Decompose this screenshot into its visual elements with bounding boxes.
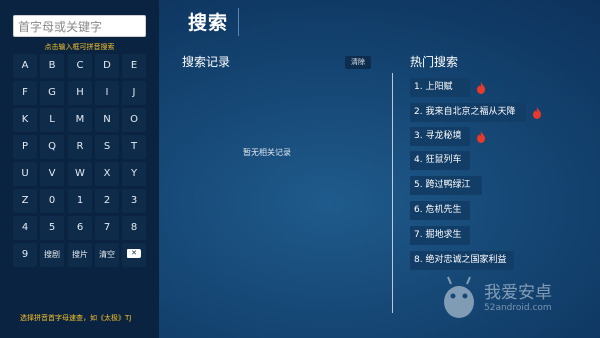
- keyboard-panel: 首字母或关键字 点击输入框可拼音搜索 ABCDE FGHIJ KLMNO PQRST U…: [0, 0, 159, 338]
- watermark-text: 我爱安卓: [484, 283, 552, 303]
- key-u[interactable]: U: [13, 162, 37, 186]
- fire-icon: [533, 107, 541, 119]
- key-9[interactable]: 9: [13, 243, 37, 267]
- key-p[interactable]: P: [13, 135, 37, 159]
- hot-search-item[interactable]: 2. 我来自北京之福从天降: [410, 103, 526, 122]
- key-action[interactable]: 搜片: [68, 243, 92, 267]
- key-n[interactable]: N: [95, 108, 119, 132]
- backspace-icon: ✕: [127, 248, 141, 258]
- key-q[interactable]: Q: [40, 135, 64, 159]
- android-logo-icon: [444, 276, 474, 318]
- key-r[interactable]: R: [68, 135, 92, 159]
- history-empty-message: 暂无相关记录: [243, 148, 291, 157]
- hot-heading: 热门搜索: [410, 55, 459, 69]
- hot-search-item[interactable]: 6. 危机先生: [410, 201, 470, 220]
- hot-search-item[interactable]: 8. 绝对忠诚之国家利益: [410, 251, 514, 270]
- fire-icon: [477, 131, 485, 143]
- key-5[interactable]: 5: [40, 216, 64, 240]
- key-w[interactable]: W: [68, 162, 92, 186]
- title-divider: [238, 8, 239, 36]
- key-g[interactable]: G: [40, 81, 64, 105]
- key-c[interactable]: C: [68, 54, 92, 78]
- hot-search-item[interactable]: 4. 狂鼠列车: [410, 151, 470, 170]
- backspace-key[interactable]: ✕: [122, 243, 146, 267]
- key-k[interactable]: K: [13, 108, 37, 132]
- key-z[interactable]: Z: [13, 189, 37, 213]
- key-1[interactable]: 1: [68, 189, 92, 213]
- key-o[interactable]: O: [122, 108, 146, 132]
- key-action[interactable]: 清空: [95, 243, 119, 267]
- key-y[interactable]: Y: [122, 162, 146, 186]
- key-x[interactable]: X: [95, 162, 119, 186]
- key-8[interactable]: 8: [122, 216, 146, 240]
- key-s[interactable]: S: [95, 135, 119, 159]
- key-j[interactable]: J: [122, 81, 146, 105]
- key-b[interactable]: B: [40, 54, 64, 78]
- key-action[interactable]: 搜剧: [40, 243, 64, 267]
- hot-search-item[interactable]: 7. 掘地求生: [410, 226, 470, 245]
- key-v[interactable]: V: [40, 162, 64, 186]
- hot-search-item[interactable]: 5. 跨过鸭绿江: [410, 176, 482, 195]
- key-m[interactable]: M: [68, 108, 92, 132]
- fire-icon: [477, 82, 485, 94]
- key-2[interactable]: 2: [95, 189, 119, 213]
- clear-history-button[interactable]: 清除: [345, 56, 371, 69]
- key-6[interactable]: 6: [68, 216, 92, 240]
- footer-hint: 选择拼音首字母速查，如《太极》TJ: [20, 314, 132, 322]
- key-e[interactable]: E: [122, 54, 146, 78]
- search-hint: 点击输入框可拼音搜索: [44, 43, 115, 51]
- hot-search-item[interactable]: 1. 上阳赋: [410, 78, 470, 97]
- key-t[interactable]: T: [122, 135, 146, 159]
- key-a[interactable]: A: [13, 54, 37, 78]
- column-divider: [392, 73, 393, 313]
- key-i[interactable]: I: [95, 81, 119, 105]
- key-7[interactable]: 7: [95, 216, 119, 240]
- key-f[interactable]: F: [13, 81, 37, 105]
- key-l[interactable]: L: [40, 108, 64, 132]
- search-input[interactable]: 首字母或关键字: [13, 15, 146, 37]
- hot-search-item[interactable]: 3. 寻龙秘境: [410, 127, 470, 146]
- key-3[interactable]: 3: [122, 189, 146, 213]
- watermark: 我爱安卓 52android.com: [440, 272, 590, 322]
- key-d[interactable]: D: [95, 54, 119, 78]
- key-4[interactable]: 4: [13, 216, 37, 240]
- history-heading: 搜索记录: [182, 55, 231, 69]
- page-title: 搜索: [188, 12, 229, 34]
- key-0[interactable]: 0: [40, 189, 64, 213]
- watermark-sub: 52android.com: [484, 303, 552, 313]
- key-h[interactable]: H: [68, 81, 92, 105]
